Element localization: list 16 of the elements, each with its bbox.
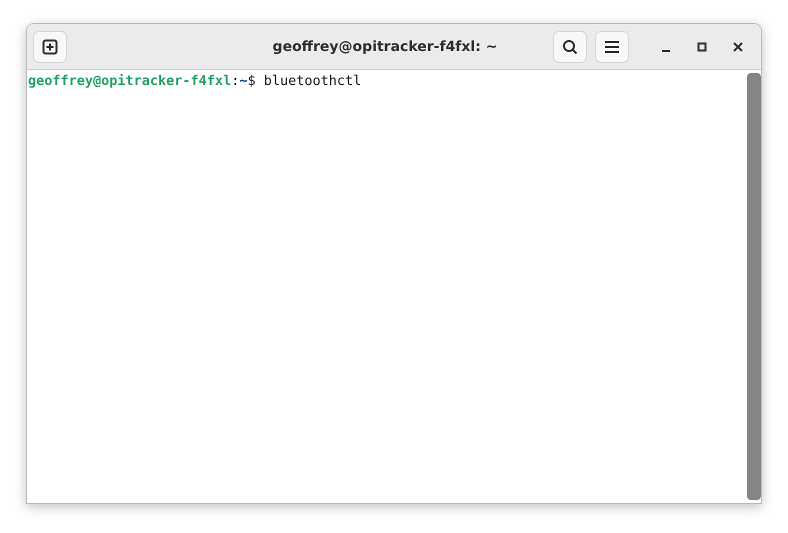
maximize-icon bbox=[697, 42, 707, 52]
search-icon bbox=[562, 38, 578, 54]
command-text: bluetoothctl bbox=[264, 73, 362, 89]
minimize-icon bbox=[662, 50, 670, 52]
new-tab-button[interactable] bbox=[33, 30, 67, 62]
plus-box-icon bbox=[42, 38, 58, 54]
menu-button[interactable] bbox=[595, 30, 629, 62]
window-title: geoffrey@opitracker-f4fxl: ~ bbox=[272, 38, 498, 54]
scrollbar-thumb[interactable] bbox=[747, 73, 761, 500]
menu-icon bbox=[604, 40, 620, 54]
prompt-symbol: $ bbox=[247, 73, 257, 89]
prompt-user-host: geoffrey@opitracker-f4fxl bbox=[28, 73, 232, 89]
prompt-separator: : bbox=[231, 73, 240, 89]
close-icon bbox=[733, 42, 743, 52]
prompt-path: ~ bbox=[239, 73, 248, 89]
search-button[interactable] bbox=[553, 30, 587, 62]
